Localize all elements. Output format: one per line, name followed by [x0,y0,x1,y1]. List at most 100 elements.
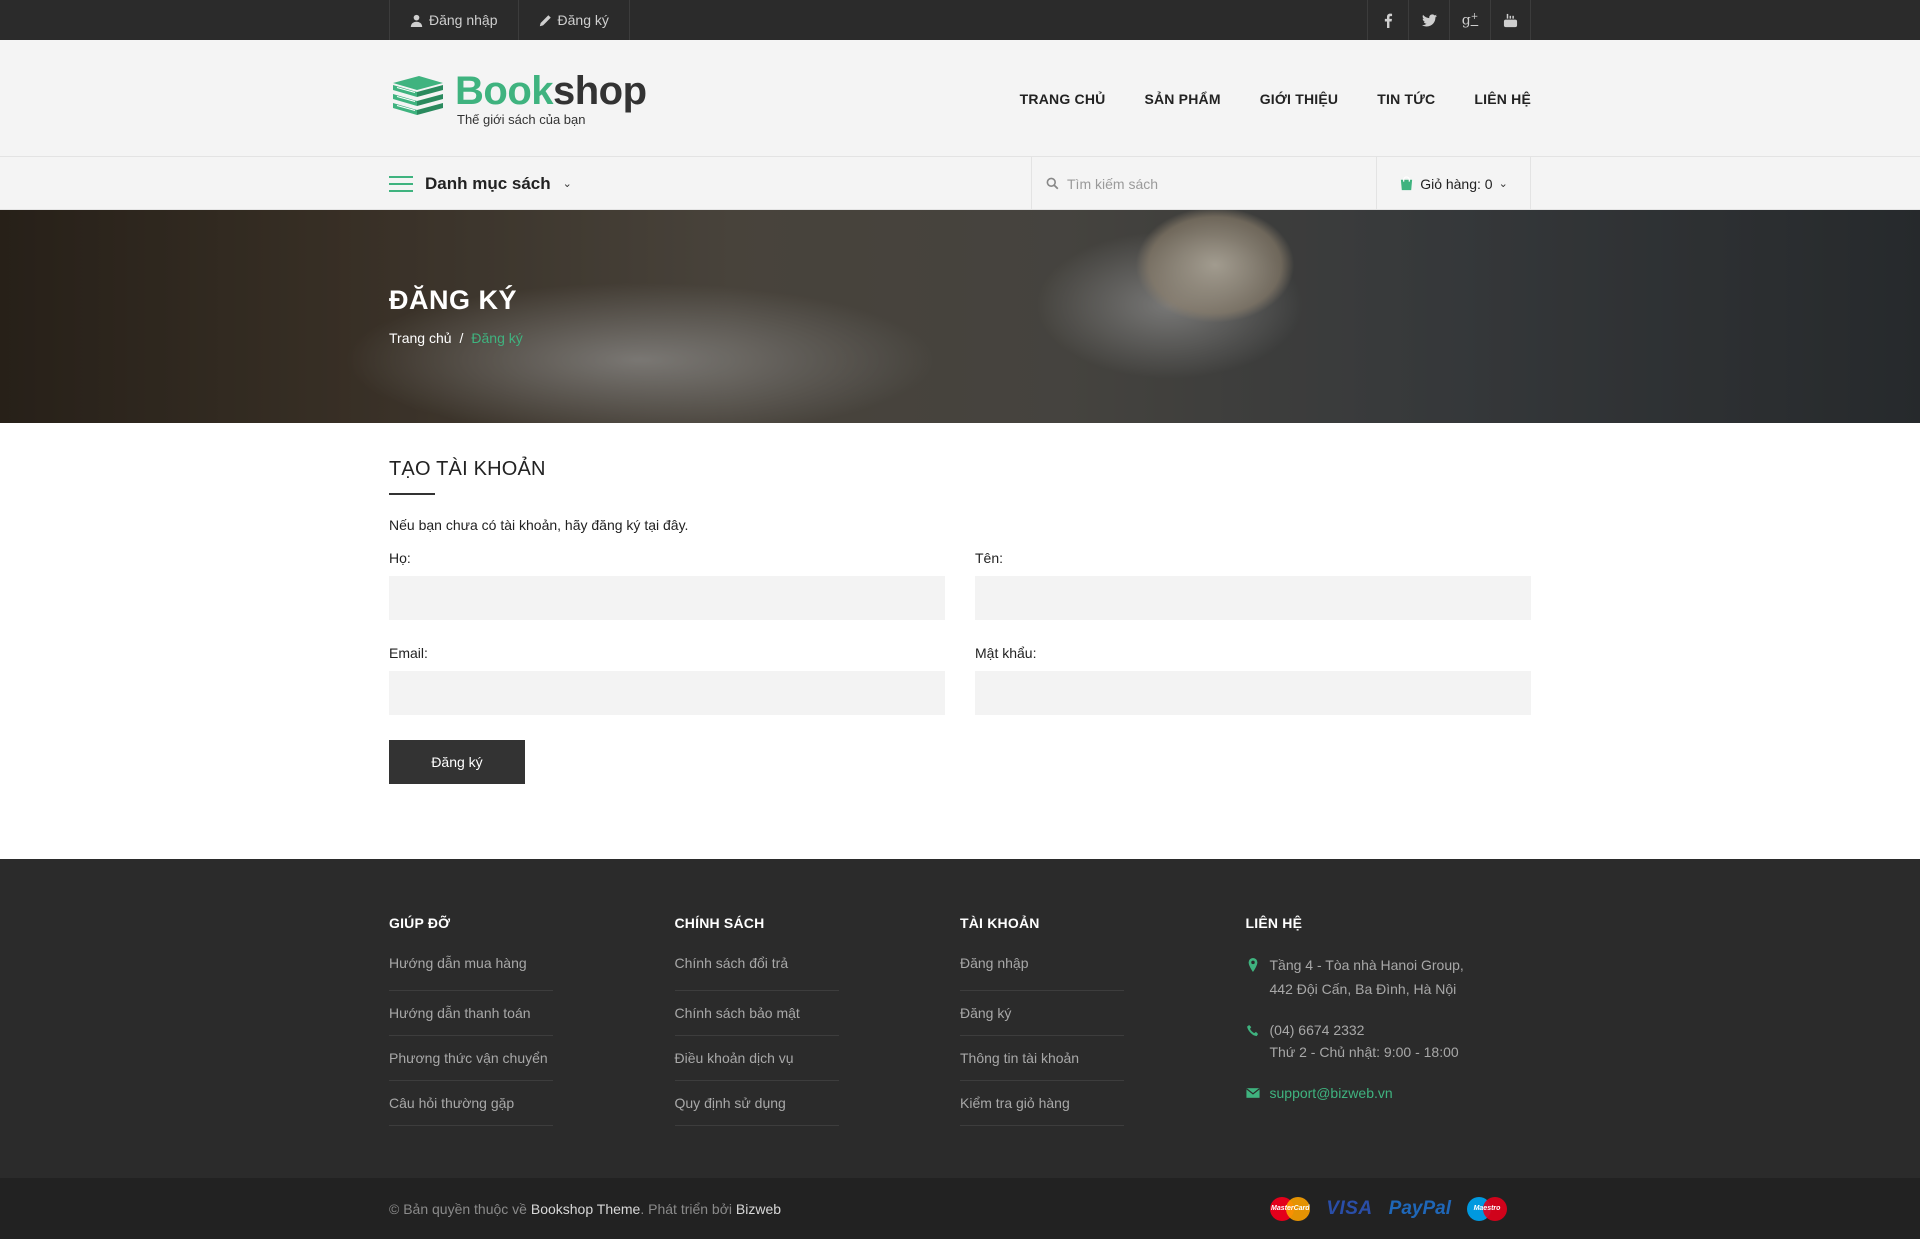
site-logo[interactable]: Bookshop Thế giới sách của bạn [389,71,647,126]
twitter-icon[interactable] [1408,0,1449,40]
developer-link[interactable]: Bizweb [736,1201,781,1217]
section-title: TẠO TÀI KHOẢN [389,458,546,480]
title-underline [389,493,435,495]
register-form: Họ: Tên: Email: Mật khẩu: Đăng ký [389,550,1531,784]
chevron-down-icon: ⌄ [562,178,572,190]
nav-products[interactable]: SẢN PHẨM [1144,91,1220,107]
contact-email: support@bizweb.vn [1245,1081,1532,1105]
map-marker-icon [1248,958,1257,972]
bottom-bar: © Bản quyền thuộc về Bookshop Theme. Phá… [0,1178,1920,1239]
mastercard-icon: MasterCard [1270,1196,1311,1221]
main-nav: TRANG CHỦ SẢN PHẨM GIỚI THIỆU TIN TỨC LI… [1020,91,1531,107]
footer-link[interactable]: Đăng nhập [960,955,1029,971]
payment-methods: MasterCard VISA PayPal Maestro [1270,1196,1507,1221]
footer-link[interactable]: Thông tin tài khoản [960,1050,1079,1066]
top-register-label: Đăng ký [557,12,609,28]
phone-icon [1246,1025,1258,1037]
password-label: Mật khẩu: [975,645,1037,661]
password-input[interactable] [975,671,1531,715]
footer-link[interactable]: Điều khoản dịch vụ [675,1050,794,1066]
footer-col-title: CHÍNH SÁCH [674,915,765,931]
logo-title: Bookshop [455,71,647,111]
copyright-prefix: © Bản quyền thuộc về [389,1200,527,1217]
footer-col-account: TÀI KHOẢN Đăng nhập Đăng ký Thông tin tà… [960,915,1246,1126]
footer-link[interactable]: Chính sách bảo mật [675,1005,800,1021]
email-input[interactable] [389,671,945,715]
last-name-label: Họ: [389,550,411,566]
register-intro: Nếu bạn chưa có tài khoản, hãy đăng ký t… [389,517,689,533]
books-icon [389,73,447,124]
nav-news[interactable]: TIN TỨC [1377,91,1435,107]
footer-col-title: TÀI KHOẢN [960,915,1040,931]
first-name-label: Tên: [975,550,1004,566]
breadcrumb-separator: / [459,330,464,346]
site-header: Bookshop Thế giới sách của bạn TRANG CHỦ… [0,40,1920,157]
breadcrumb-current: Đăng ký [471,330,523,346]
search-box [1031,157,1376,210]
mastercard-label: MasterCard [1271,1204,1310,1212]
opening-hours: Thứ 2 - Chủ nhật: 9:00 - 18:00 [1269,1044,1459,1060]
first-name-input[interactable] [975,576,1531,620]
contact-phone: (04) 6674 2332 Thứ 2 - Chủ nhật: 9:00 - … [1246,1019,1532,1063]
developed-by: . Phát triển bởi [640,1200,733,1217]
footer-link[interactable]: Quy định sử dụng [675,1095,786,1111]
youtube-icon[interactable] [1490,0,1531,40]
top-login-link[interactable]: Đăng nhập [389,0,518,40]
hamburger-icon [389,175,413,192]
site-footer: GIÚP ĐỠ Hướng dẫn mua hàng Hướng dẫn tha… [0,859,1920,1178]
search-icon [1046,177,1059,190]
nav-about[interactable]: GIỚI THIỆU [1260,91,1339,107]
footer-col-title: GIÚP ĐỠ [389,915,451,931]
page-banner: ĐĂNG KÝ Trang chủ / Đăng ký [0,210,1920,423]
breadcrumb-home[interactable]: Trang chủ [389,330,452,346]
last-name-input[interactable] [389,576,945,620]
category-menu-label: Danh mục sách [425,173,551,193]
register-submit-button[interactable]: Đăng ký [389,740,525,784]
email-label: Email: [389,645,428,661]
facebook-icon[interactable] [1367,0,1408,40]
footer-col-policy: CHÍNH SÁCH Chính sách đổi trả Chính sách… [674,915,961,1126]
page-title: ĐĂNG KÝ [389,285,518,315]
footer-col-help: GIÚP ĐỠ Hướng dẫn mua hàng Hướng dẫn tha… [389,915,675,1126]
contact-address: Tầng 4 - Tòa nhà Hanoi Group, 442 Đội Cấ… [1246,953,1532,1001]
footer-col-contact: LIÊN HỆ Tầng 4 - Tòa nhà Hanoi Group, 44… [1246,915,1532,1126]
register-section: TẠO TÀI KHOẢN Nếu bạn chưa có tài khoản,… [0,423,1920,859]
footer-link[interactable]: Chính sách đổi trả [675,955,789,971]
top-bar: Đăng nhập Đăng ký g+ [0,0,1920,40]
nav-home[interactable]: TRANG CHỦ [1020,91,1106,107]
shopping-bag-icon [1401,176,1413,191]
top-login-label: Đăng nhập [429,12,498,28]
top-register-link[interactable]: Đăng ký [517,0,630,40]
category-menu-toggle[interactable]: Danh mục sách ⌄ [389,174,572,194]
first-name-field: Tên: [975,550,1531,620]
google-plus-icon[interactable]: g+ [1449,0,1490,40]
maestro-icon: Maestro [1467,1196,1507,1221]
footer-link[interactable]: Hướng dẫn thanh toán [389,1005,531,1021]
logo-title-shop: shop [553,69,647,113]
last-name-field: Họ: [389,550,945,620]
footer-link[interactable]: Đăng ký [960,1005,1011,1021]
footer-link[interactable]: Kiểm tra giỏ hàng [960,1095,1070,1111]
footer-col-title: LIÊN HỆ [1245,915,1303,931]
cart-label: Giỏ hàng: 0 [1420,175,1493,192]
copyright: © Bản quyền thuộc về Bookshop Theme. Phá… [389,1201,781,1217]
breadcrumb: Trang chủ / Đăng ký [389,330,523,346]
password-field: Mật khẩu: [975,645,1531,715]
visa-icon: VISA [1326,1197,1373,1219]
cart-button[interactable]: Giỏ hàng: 0 ⌄ [1376,157,1531,210]
cart-chevron-down-icon: ⌄ [1498,178,1508,190]
search-input[interactable] [1065,174,1345,193]
phone-number: (04) 6674 2332 [1269,1022,1365,1038]
address-line-2: 442 Đội Cấn, Ba Đình, Hà Nội [1269,981,1457,997]
logo-title-book: Book [455,69,554,113]
theme-link[interactable]: Bookshop Theme [531,1201,640,1217]
nav-contact[interactable]: LIÊN HỆ [1474,91,1531,107]
category-bar: Danh mục sách ⌄ Giỏ hàng: 0 ⌄ [0,157,1920,210]
email-link[interactable]: support@bizweb.vn [1270,1081,1393,1105]
footer-link[interactable]: Phương thức vận chuyển [389,1050,548,1066]
pencil-icon [539,14,551,26]
paypal-icon: PayPal [1388,1197,1451,1219]
footer-link[interactable]: Hướng dẫn mua hàng [389,955,527,971]
footer-link[interactable]: Câu hỏi thường gặp [389,1095,514,1111]
address-line-1: Tầng 4 - Tòa nhà Hanoi Group, [1269,957,1464,973]
